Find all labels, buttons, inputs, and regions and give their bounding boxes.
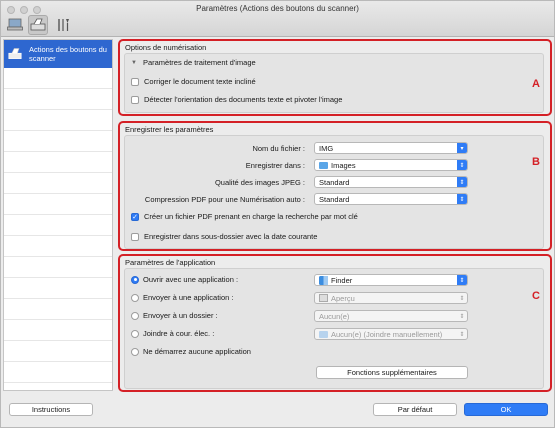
save-settings-panel: Nom du fichier : IMG ▾ Enregistrer dans … [124,135,544,249]
no-app-radio[interactable] [131,347,139,356]
additional-functions-button[interactable]: Fonctions supplémentaires [316,366,468,379]
jpeg-quality-value: Standard [319,177,350,187]
chevron-updown-icon: ⇕ [459,313,465,320]
jpeg-quality-label: Qualité des images JPEG : [214,178,305,187]
image-processing-panel: ▼ Paramètres de traitement d'image Corri… [124,53,544,113]
attach-email-radio-row[interactable]: Joindre à cour. élec. : [131,329,214,338]
image-processing-title: Paramètres de traitement d'image [142,58,256,67]
open-with-app-radio-row[interactable]: Ouvrir avec une application : [131,275,238,284]
jpeg-quality-select[interactable]: Standard ⇕ [314,176,468,188]
searchable-pdf-label: Créer un fichier PDF prenant en charge l… [144,212,358,221]
pdf-compression-value: Standard [319,194,350,204]
open-with-app-radio[interactable] [131,275,139,284]
application-settings-panel: Ouvrir avec une application : Finder ⇕ E… [124,268,544,389]
save-in-label: Enregistrer dans : [245,161,305,170]
send-to-folder-radio[interactable] [131,311,139,320]
title-bar: Paramètres (Actions des boutons du scann… [1,1,554,37]
orientation-checkbox-row[interactable]: Détecter l'orientation des documents tex… [131,95,342,104]
save-in-select[interactable]: Images ⇕ [314,159,468,171]
send-to-folder-select[interactable]: Aucun(e) ⇕ [314,310,468,322]
group-letter-b: B [532,156,540,168]
chevron-down-icon: ▾ [457,143,467,153]
defaults-button[interactable]: Par défaut [373,403,457,416]
preview-app-icon [319,294,328,302]
folder-icon [319,161,328,169]
deskew-checkbox-row[interactable]: Corriger le document texte incliné [131,77,256,86]
save-settings-group: Enregistrer les paramètres Nom du fichie… [118,121,552,251]
deskew-checkbox[interactable] [131,77,139,86]
chevron-updown-icon: ⇕ [459,331,465,338]
send-to-folder-radio-row[interactable]: Envoyer à un dossier : [131,311,218,320]
no-app-radio-row[interactable]: Ne démarrez aucune application [131,347,251,356]
attach-email-select[interactable]: Aucun(e) (Joindre manuellement) ⇕ [314,328,468,340]
searchable-pdf-checkbox[interactable]: ✓ [131,212,139,221]
filename-input[interactable]: IMG ▾ [314,142,468,154]
no-app-label: Ne démarrez aucune application [143,347,251,356]
chevron-updown-icon: ⇕ [457,160,467,170]
group-letter-a: A [532,78,540,90]
scanner-icon [8,48,22,59]
date-subfolder-label: Enregistrer dans sous-dossier avec la da… [144,232,318,241]
finder-icon [319,275,328,285]
scanner-button-icon [30,18,46,31]
chevron-updown-icon: ⇕ [459,295,465,302]
chevron-updown-icon: ⇕ [457,275,467,285]
filename-value: IMG [319,143,334,153]
settings-window: Paramètres (Actions des boutons du scann… [0,0,555,428]
ok-button[interactable]: OK [464,403,548,416]
filename-label: Nom du fichier : [252,144,305,153]
sidebar-item-scanner-buttons[interactable]: Actions des boutons du scanner [4,40,112,68]
disclosure-triangle-icon: ▼ [131,59,137,66]
application-settings-group: Paramètres de l'application Ouvrir avec … [118,254,552,392]
attach-email-radio[interactable] [131,329,139,338]
scan-options-group: Options de numérisation ▼ Paramètres de … [118,39,552,116]
send-to-folder-value: Aucun(e) [319,311,350,321]
computer-scan-icon [7,18,23,31]
attach-email-label: Joindre à cour. élec. : [143,329,215,338]
attach-email-value: Aucun(e) (Joindre manuellement) [331,329,443,339]
pdf-compression-label: Compression PDF pour une Numérisation au… [144,195,305,204]
send-to-app-select[interactable]: Aperçu ⇕ [314,292,468,304]
tools-icon [58,19,69,31]
send-to-app-value: Aperçu [331,293,355,303]
image-processing-disclosure[interactable]: ▼ Paramètres de traitement d'image [131,58,256,67]
orientation-checkbox[interactable] [131,95,139,104]
orientation-label: Détecter l'orientation des documents tex… [144,95,343,104]
open-with-app-label: Ouvrir avec une application : [143,275,239,284]
send-to-folder-label: Envoyer à un dossier : [143,311,218,320]
save-settings-title: Enregistrer les paramètres [125,125,214,134]
searchable-pdf-checkbox-row[interactable]: ✓ Créer un fichier PDF prenant en charge… [131,212,358,221]
scan-options-title: Options de numérisation [125,43,207,52]
tab-general-settings[interactable] [53,15,73,35]
send-to-app-radio-row[interactable]: Envoyer à une application : [131,293,233,302]
send-to-app-label: Envoyer à une application : [143,293,234,302]
open-with-app-value: Finder [331,275,353,285]
sidebar: Actions des boutons du scanner [3,39,113,391]
date-subfolder-checkbox-row[interactable]: Enregistrer dans sous-dossier avec la da… [131,232,317,241]
chevron-updown-icon: ⇕ [457,177,467,187]
chevron-updown-icon: ⇕ [457,194,467,204]
window-title: Paramètres (Actions des boutons du scann… [196,4,359,13]
send-to-app-radio[interactable] [131,293,139,302]
open-with-app-select[interactable]: Finder ⇕ [314,274,468,286]
instructions-button[interactable]: Instructions [9,403,93,416]
save-in-value: Images [331,160,356,170]
sidebar-item-label: Actions des boutons du scanner [29,45,107,63]
date-subfolder-checkbox[interactable] [131,232,139,241]
group-letter-c: C [532,290,540,302]
tab-scan-from-computer[interactable] [5,15,25,35]
pdf-compression-select[interactable]: Standard ⇕ [314,193,468,205]
tab-scanner-buttons[interactable] [28,15,48,35]
folder-icon [319,330,328,338]
deskew-label: Corriger le document texte incliné [144,77,256,86]
application-settings-title: Paramètres de l'application [125,258,216,267]
